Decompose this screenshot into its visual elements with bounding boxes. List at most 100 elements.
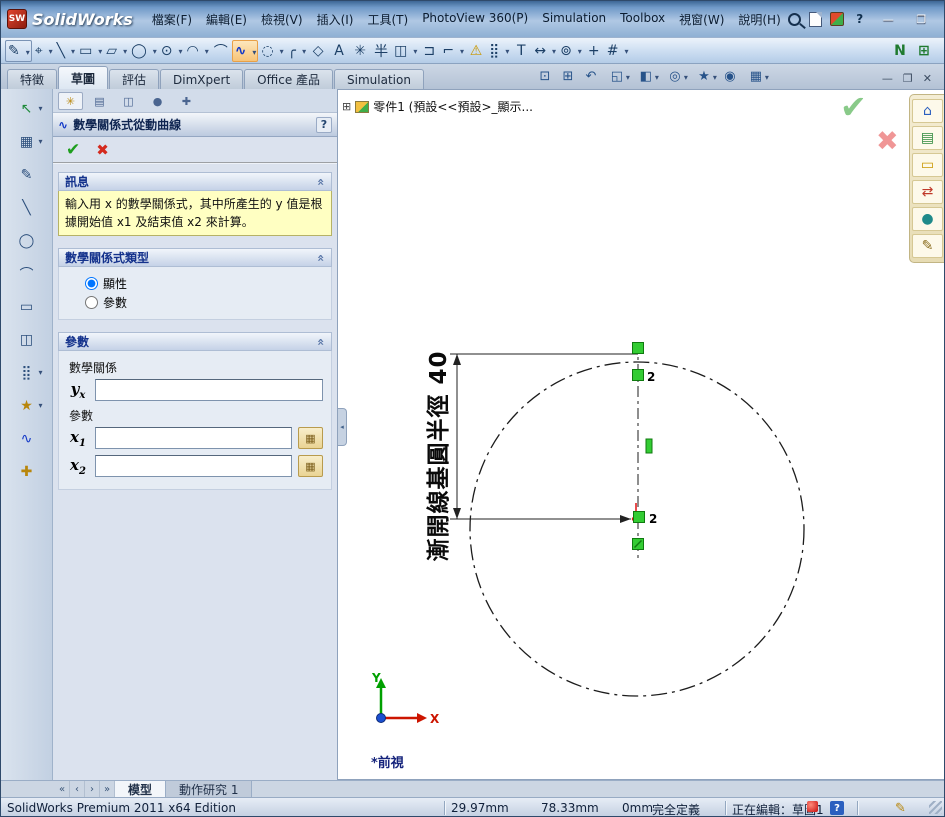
mirror-tool-icon[interactable]: ◫ xyxy=(13,328,41,351)
design-library-icon[interactable]: ▤ xyxy=(912,126,943,150)
ellipse-icon[interactable]: ◌ xyxy=(259,40,284,62)
parameters-section-header[interactable]: 參數 « xyxy=(58,332,332,351)
doc-minimize-button[interactable]: — xyxy=(882,72,893,85)
collapse-chevron-icon[interactable]: « xyxy=(314,254,328,262)
view-orientation-icon[interactable]: ◧ xyxy=(633,67,659,87)
coincident-relation-icon[interactable] xyxy=(632,369,644,381)
menu-file[interactable]: 檔案(F) xyxy=(145,8,199,31)
view-orientation-tool-icon[interactable]: ▦ xyxy=(13,130,43,153)
pm-tab-display-icon[interactable]: ● xyxy=(145,92,170,110)
menu-simulation[interactable]: Simulation xyxy=(535,8,613,31)
collapse-chevron-icon[interactable]: « xyxy=(314,178,328,186)
centerpoint-arc-icon[interactable]: ◠ xyxy=(184,40,209,62)
scroll-prev-icon[interactable]: ‹ xyxy=(70,781,85,797)
sketch-alert-icon[interactable]: ⚠ xyxy=(466,40,486,62)
equation-input[interactable] xyxy=(95,379,323,401)
file-explorer-icon[interactable]: ▭ xyxy=(912,153,943,177)
dimension-label[interactable]: 漸開線基圓半徑 40 xyxy=(425,350,452,561)
collapse-chevron-icon[interactable]: « xyxy=(314,338,328,346)
polygon-icon[interactable]: ◇ xyxy=(308,40,328,62)
parametric-radio[interactable] xyxy=(85,296,98,309)
display-relations-icon[interactable]: ⊚ xyxy=(558,40,583,62)
section-view-icon[interactable]: ◱ xyxy=(604,67,630,87)
hide-show-items-icon[interactable]: ★ xyxy=(691,67,717,87)
tab-model[interactable]: 模型 xyxy=(115,781,167,797)
tab-motion-study[interactable]: 動作研究 1 xyxy=(166,781,253,797)
spline-tool-icon[interactable]: ∿ xyxy=(13,427,41,450)
offset-entities-icon[interactable]: ⌐ xyxy=(440,40,465,62)
sketch-canvas[interactable]: 漸開線基圓半徑 40 2 2 Y X xyxy=(338,90,944,779)
display-style-icon[interactable]: ◎ xyxy=(662,67,688,87)
menu-view[interactable]: 檢視(V) xyxy=(254,8,310,31)
x1-input[interactable] xyxy=(95,427,292,449)
arc-tool-icon[interactable]: ⌒ xyxy=(13,262,41,285)
line-tool-icon[interactable]: ╲ xyxy=(13,196,41,219)
equation-type-section-header[interactable]: 數學關係式類型 « xyxy=(58,248,332,267)
search-icon[interactable] xyxy=(787,12,801,26)
apply-scene-icon[interactable]: ▦ xyxy=(743,67,769,87)
scroll-last-icon[interactable]: » xyxy=(100,781,115,797)
menu-insert[interactable]: 插入(I) xyxy=(310,8,361,31)
explicit-radio-row[interactable]: 顯性 xyxy=(85,275,323,292)
scroll-first-icon[interactable]: « xyxy=(55,781,70,797)
scroll-next-icon[interactable]: › xyxy=(85,781,100,797)
feature-tree-label[interactable]: 零件1 (預設<<預設>_顯示... xyxy=(373,98,533,115)
ok-button[interactable]: ✔ xyxy=(66,140,80,160)
vertical-relation-icon[interactable] xyxy=(645,438,653,454)
maximize-button[interactable]: ❐ xyxy=(909,11,934,28)
grid-settings-icon[interactable]: ⊞ xyxy=(914,40,934,62)
circle-icon[interactable]: ◯ xyxy=(129,40,158,62)
point-icon[interactable]: ✳ xyxy=(350,40,370,62)
sketch-entity-icon[interactable]: ✎ xyxy=(13,163,41,186)
x2-link-button[interactable]: ▦ xyxy=(298,455,323,477)
tab-evaluate[interactable]: 評估 xyxy=(109,69,160,89)
tab-dimxpert[interactable]: DimXpert xyxy=(160,69,244,89)
minimize-button[interactable]: — xyxy=(876,11,901,28)
sketch-point-handle[interactable] xyxy=(632,342,644,354)
mirror-entities-icon[interactable]: ◫ xyxy=(392,40,418,62)
circle-tool-icon[interactable]: ◯ xyxy=(13,229,41,252)
menu-help[interactable]: 說明(H) xyxy=(731,8,787,31)
smart-dimension-icon[interactable]: ⌖ xyxy=(33,40,54,62)
repair-sketch-icon[interactable]: + xyxy=(584,40,604,62)
options-icon[interactable] xyxy=(829,12,844,26)
menu-photoview[interactable]: PhotoView 360(P) xyxy=(415,8,535,31)
toolbox-icon[interactable]: ⇄ xyxy=(912,180,943,204)
sketch-fillet-icon[interactable]: ╭ xyxy=(286,40,307,62)
sketch-icon[interactable]: ✎ xyxy=(5,39,32,62)
new-document-icon[interactable] xyxy=(808,11,822,27)
line-icon[interactable]: ╲ xyxy=(55,40,76,62)
tab-simulation[interactable]: Simulation xyxy=(334,69,424,89)
move-entities-icon[interactable]: ↔ xyxy=(532,40,557,62)
edit-appearance-icon[interactable]: ◉ xyxy=(720,67,740,87)
resize-grip[interactable] xyxy=(929,801,942,814)
spline-icon[interactable]: ∿ xyxy=(231,39,259,62)
graphics-viewport[interactable]: 漸開線基圓半徑 40 2 2 Y X ⊞ 零件1 (預設<<預設>_顯示... … xyxy=(338,88,944,780)
doc-restore-button[interactable]: ❐ xyxy=(903,72,913,85)
pm-tab-configurations-icon[interactable]: ▤ xyxy=(87,92,112,110)
pm-tab-more-icon[interactable]: ✚ xyxy=(174,92,199,110)
menu-tools[interactable]: 工具(T) xyxy=(360,8,415,31)
select-icon[interactable]: ↖ xyxy=(13,97,43,120)
menu-edit[interactable]: 編輯(E) xyxy=(199,8,254,31)
tab-office-products[interactable]: Office 產品 xyxy=(244,69,334,89)
appearances-icon[interactable]: ● xyxy=(912,207,943,231)
tree-expand-icon[interactable]: ⊞ xyxy=(342,100,351,113)
trim-entities-icon[interactable]: T xyxy=(511,40,531,62)
x1-link-button[interactable]: ▦ xyxy=(298,427,323,449)
confirmation-corner-cancel-icon[interactable]: ✖ xyxy=(876,126,899,157)
tangent-arc-icon[interactable]: ⌒ xyxy=(211,40,231,62)
centerline-icon[interactable]: 半 xyxy=(371,40,391,62)
pm-help-button[interactable]: ? xyxy=(316,116,332,133)
custom-properties-icon[interactable]: ✎ xyxy=(912,234,943,258)
panel-splitter-handle[interactable]: ◂ xyxy=(338,408,347,446)
help-button[interactable]: ? xyxy=(852,11,868,27)
zoom-area-icon[interactable]: ⊞ xyxy=(558,67,578,87)
status-help-icon[interactable]: ? xyxy=(830,801,844,815)
instant2d-icon[interactable]: N xyxy=(890,40,910,62)
options-tool-icon[interactable]: ✚ xyxy=(13,460,41,483)
tab-sketch[interactable]: 草圖 xyxy=(58,66,109,89)
x2-input[interactable] xyxy=(95,455,292,477)
message-section-header[interactable]: 訊息 « xyxy=(58,172,332,191)
resources-icon[interactable]: ⌂ xyxy=(912,99,943,123)
